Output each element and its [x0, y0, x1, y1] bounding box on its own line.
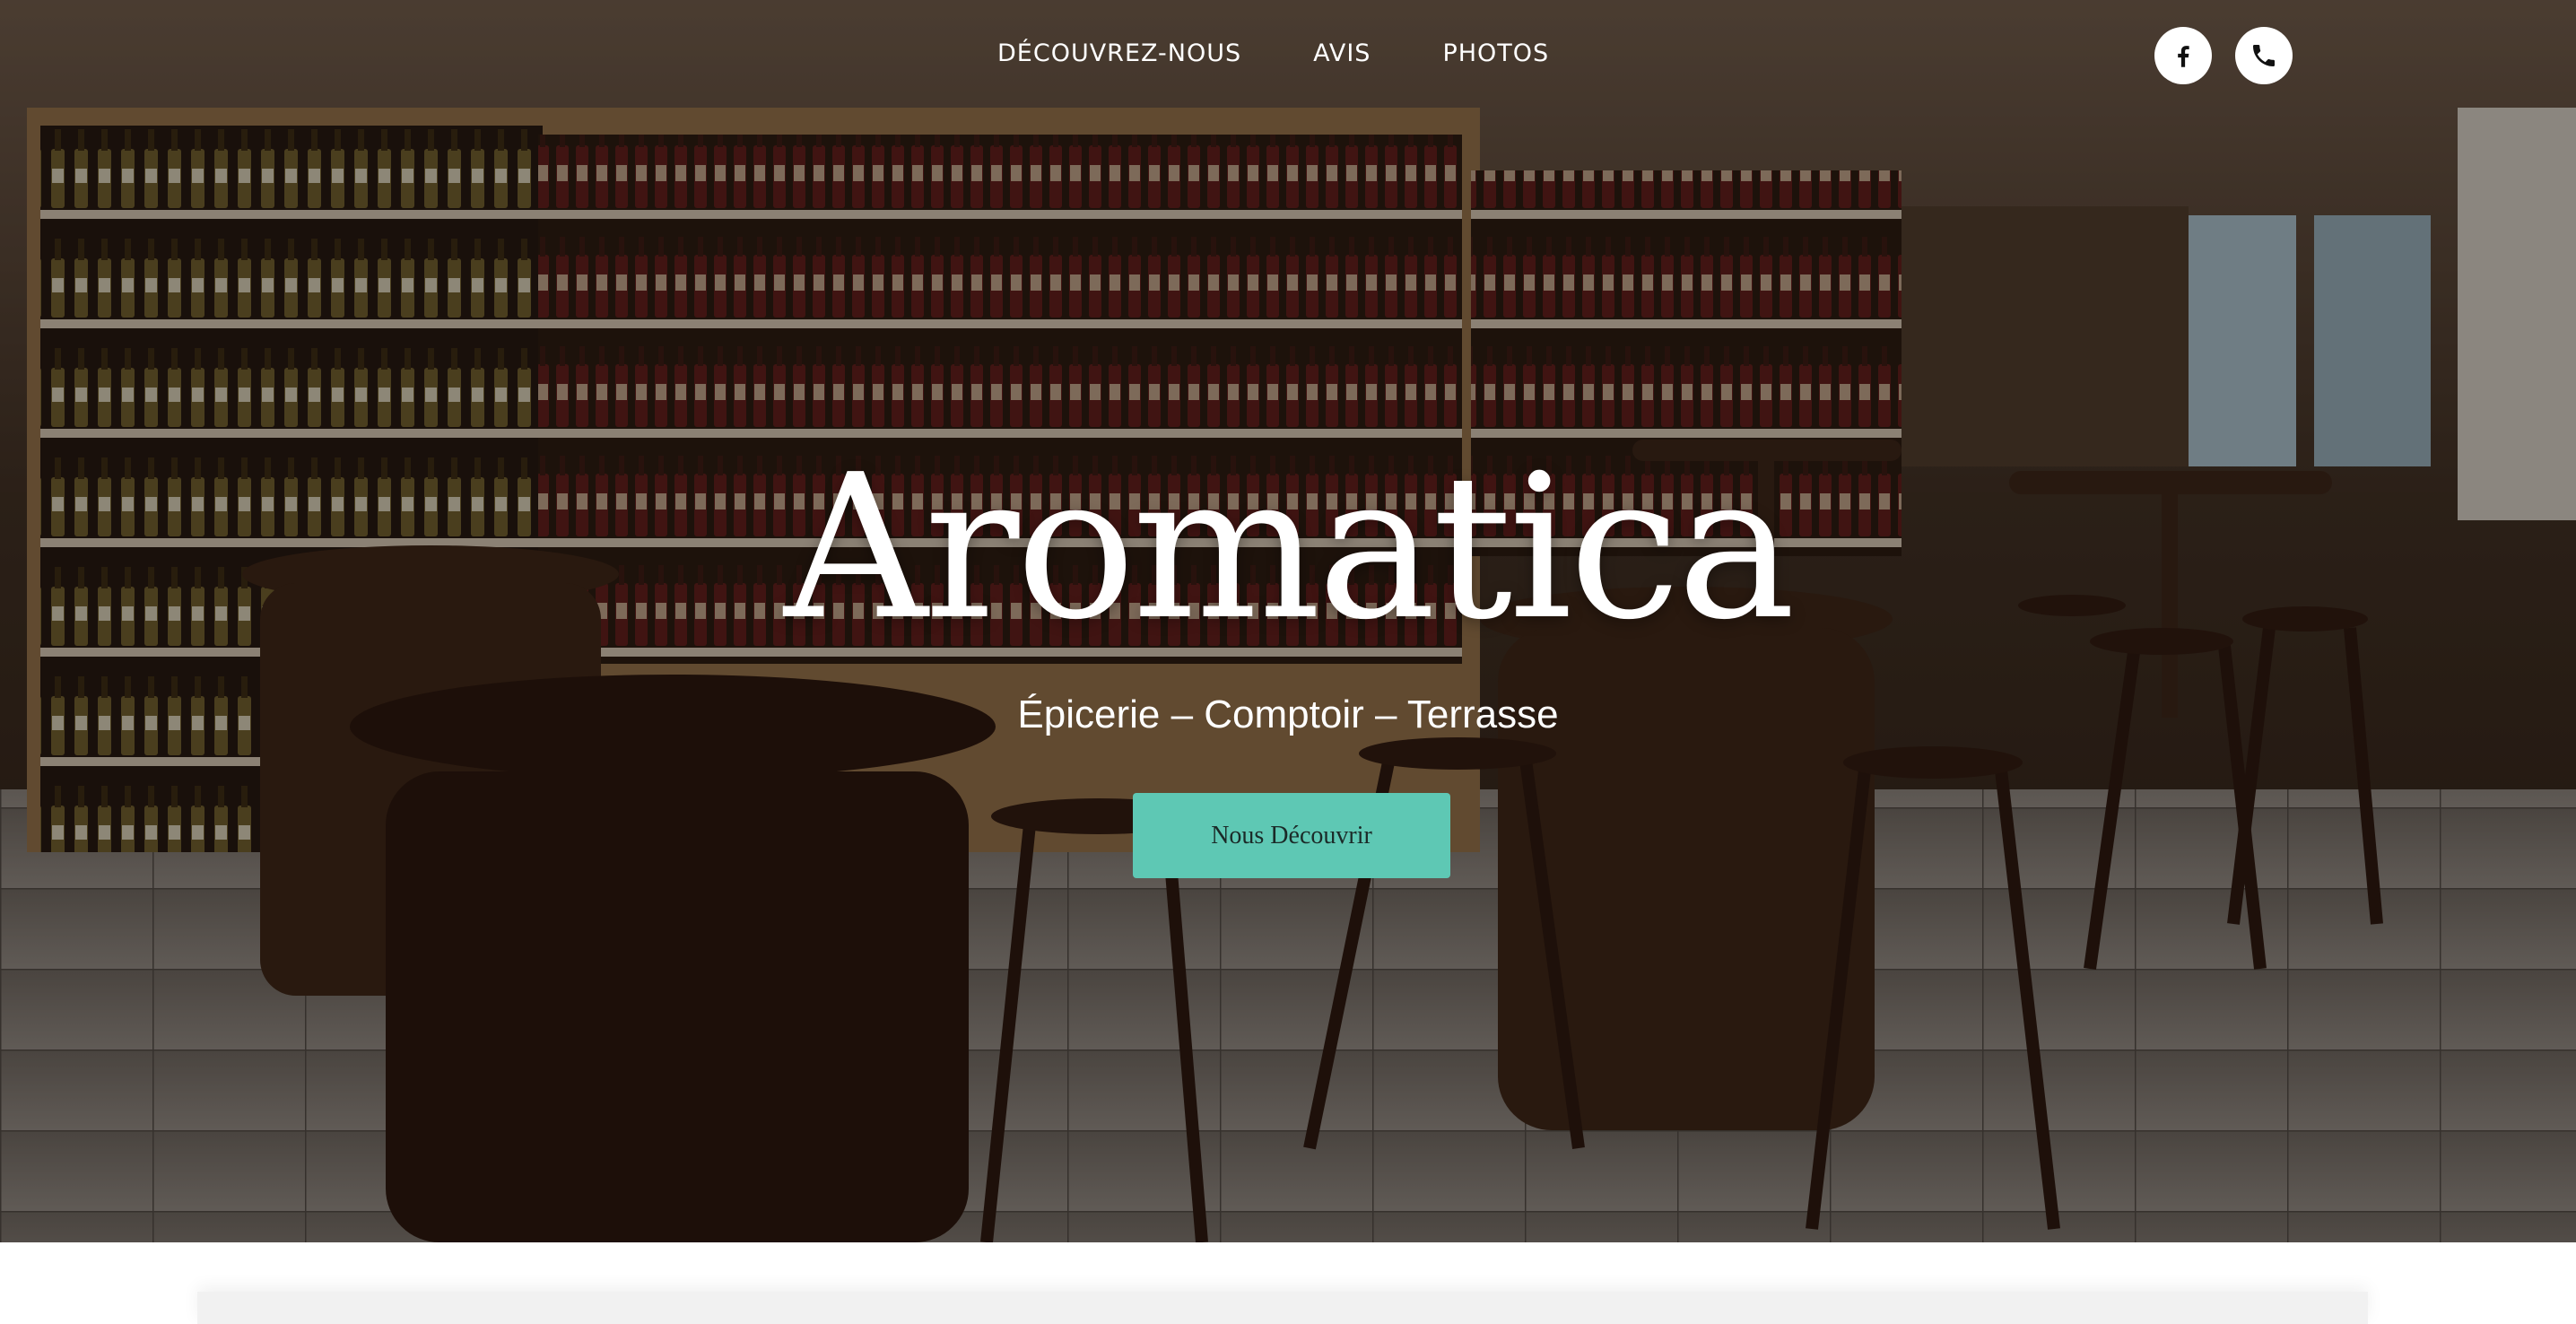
- facebook-icon: [2178, 46, 2189, 67]
- nous-decouvrir-button[interactable]: Nous Découvrir: [1133, 793, 1450, 878]
- hero-subtitle: Épicerie – Comptoir – Terrasse: [1017, 692, 1559, 736]
- phone-icon: [2253, 45, 2275, 66]
- nav-link-decouvrez-nous[interactable]: DÉCOUVREZ-NOUS: [997, 39, 1241, 67]
- nav-link-photos[interactable]: PHOTOS: [1442, 39, 1549, 67]
- social-links: [2154, 27, 2293, 84]
- main-nav: DÉCOUVREZ-NOUS AVIS PHOTOS: [997, 39, 1549, 67]
- content-card-edge: [197, 1292, 2368, 1324]
- hero-section: DÉCOUVREZ-NOUS AVIS PHOTOS Aromatica Épi…: [0, 0, 2576, 1242]
- nav-link-avis[interactable]: AVIS: [1313, 39, 1371, 67]
- facebook-link[interactable]: [2154, 27, 2212, 84]
- phone-link[interactable]: [2235, 27, 2293, 84]
- hero-title: Aromatica: [784, 432, 1796, 664]
